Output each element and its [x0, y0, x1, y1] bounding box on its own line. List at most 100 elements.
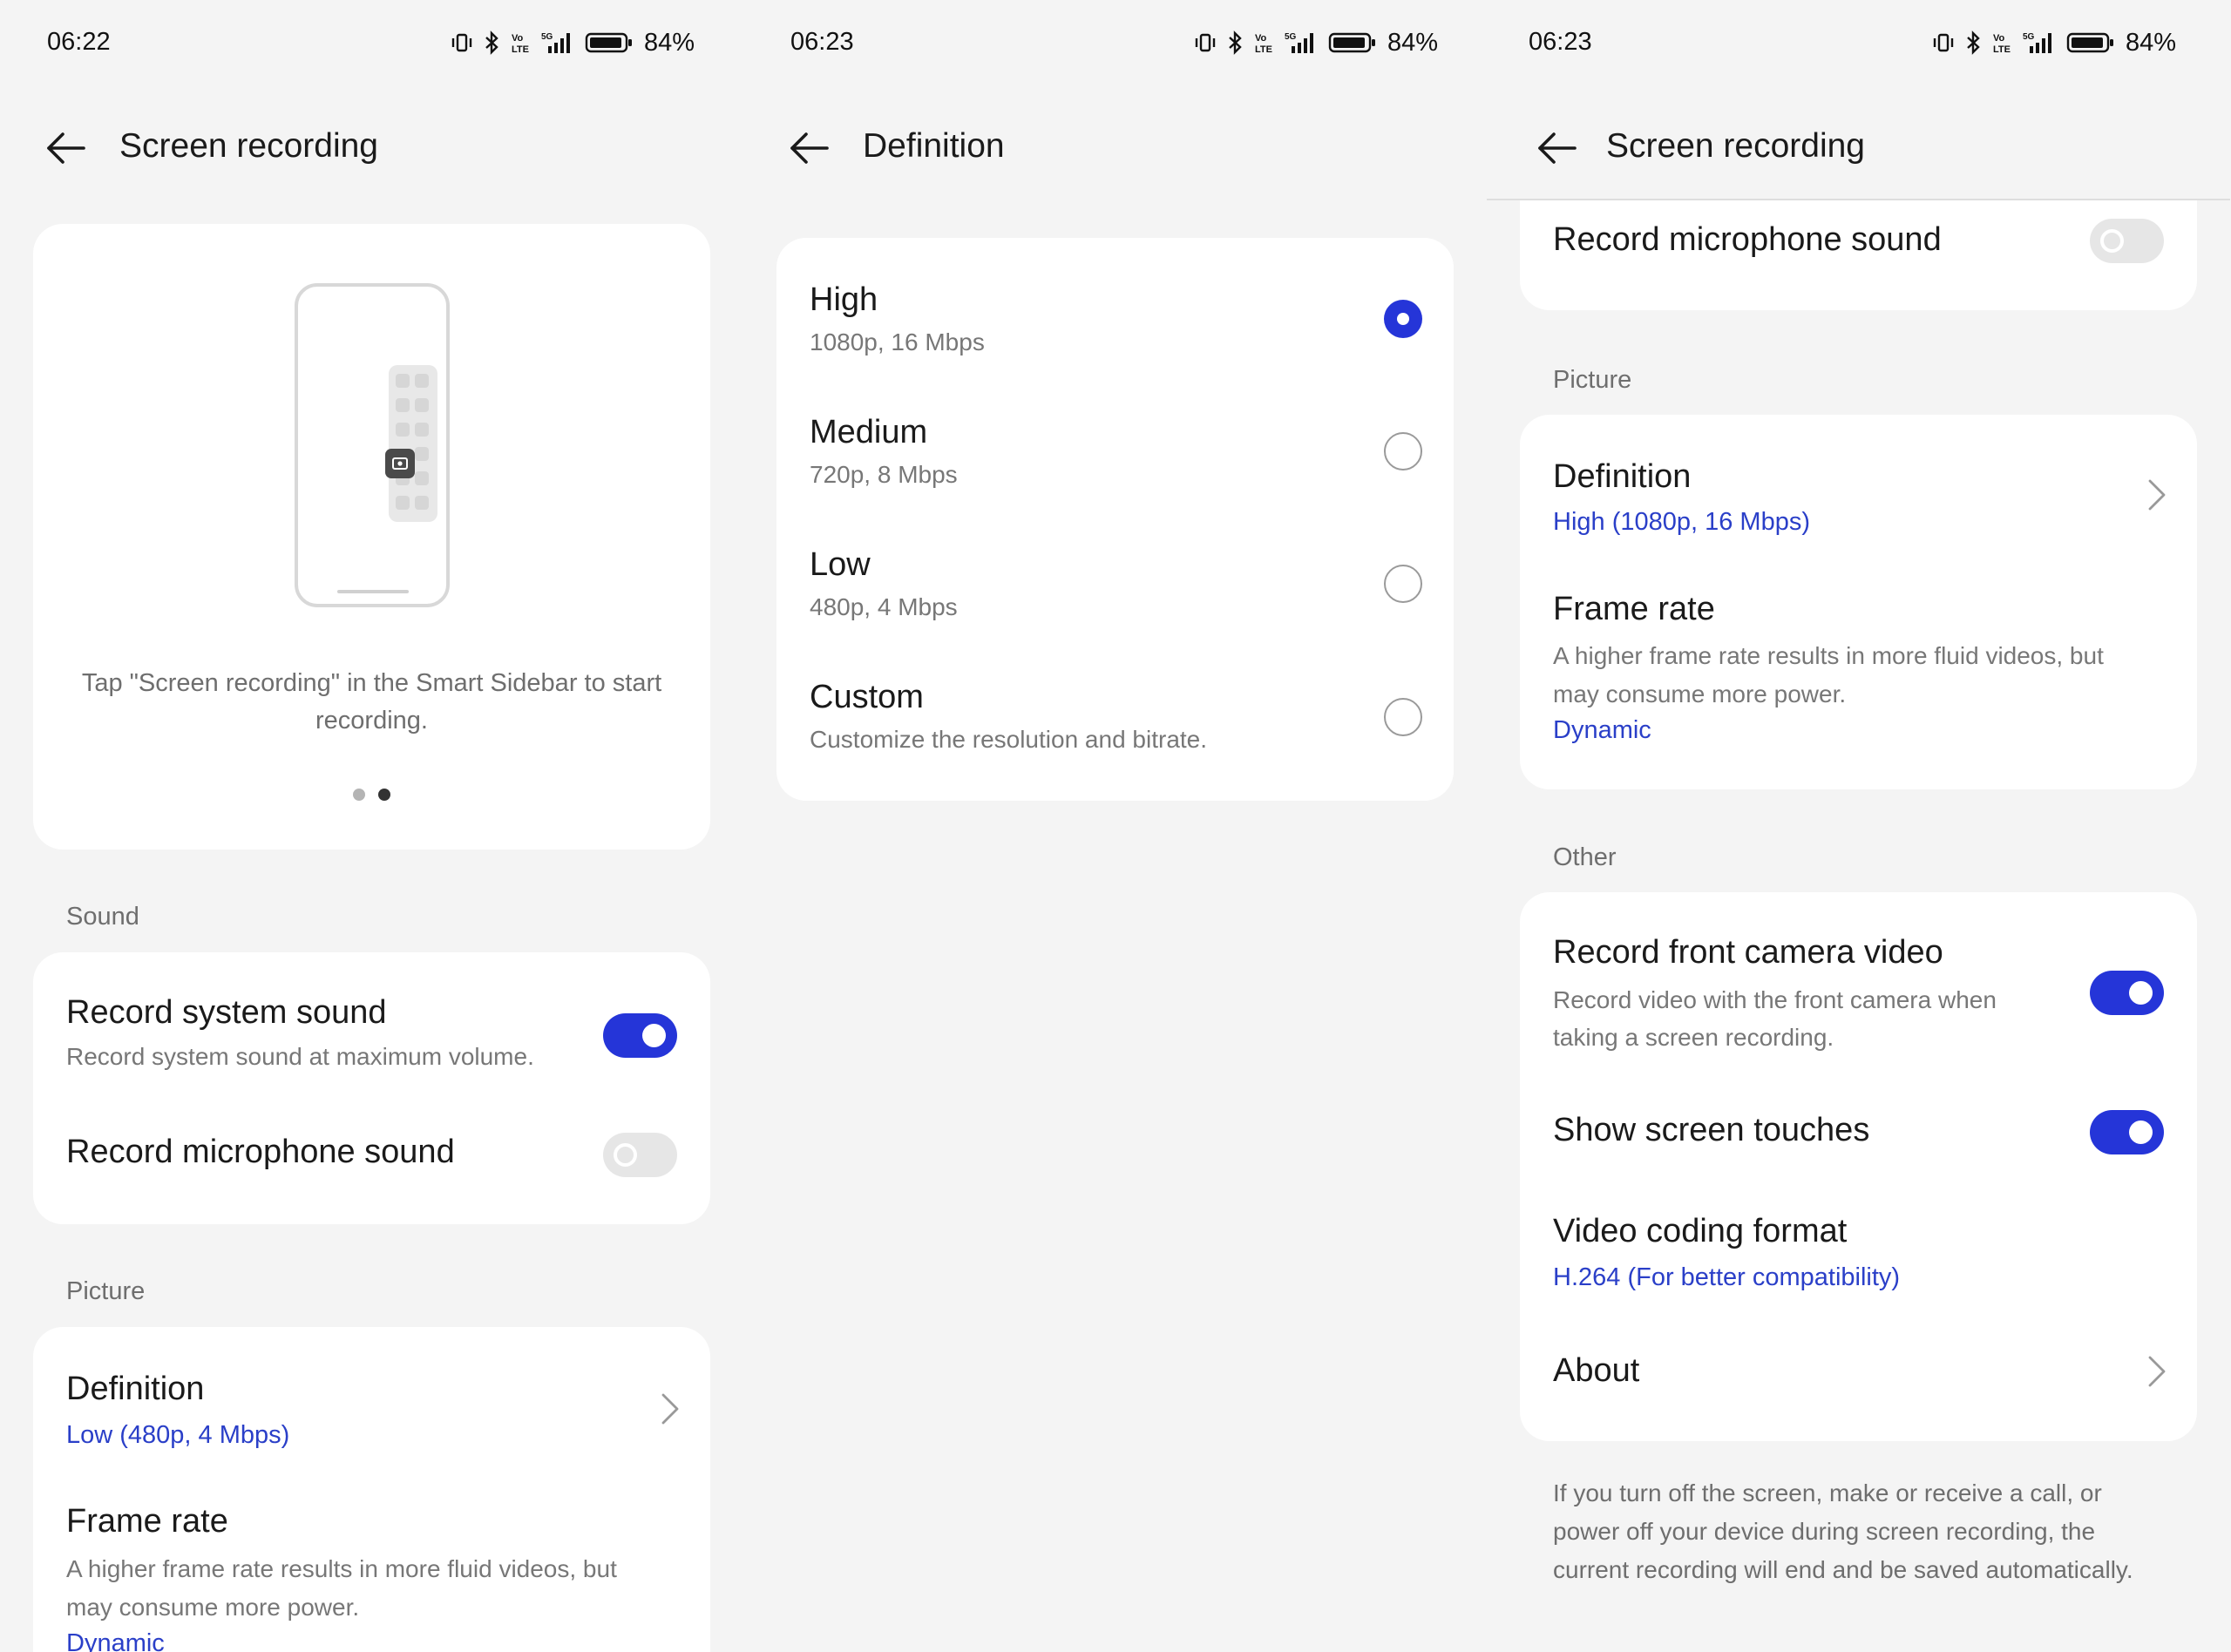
option-subtitle: 1080p, 16 Mbps	[810, 328, 985, 355]
row-title: About	[1553, 1352, 1640, 1389]
back-arrow-icon[interactable]	[789, 131, 829, 166]
vibrate-icon	[1933, 33, 1954, 52]
back-arrow-icon[interactable]	[45, 131, 85, 166]
frame-rate-value: Dynamic	[1553, 716, 1651, 744]
row-title: Frame rate	[66, 1503, 228, 1540]
signal-5g-icon: 5G	[541, 32, 570, 53]
other-card: Record front camera video Record video w…	[1520, 892, 2197, 1441]
row-subtitle-line1: Record video with the front camera when	[1553, 986, 1997, 1013]
header: Screen recording	[0, 113, 743, 183]
svg-text:Vo: Vo	[1993, 33, 2005, 44]
row-subtitle-line1: A higher frame rate results in more flui…	[66, 1555, 617, 1582]
record-front-camera-toggle[interactable]	[2090, 971, 2164, 1015]
status-icons: Vo LTE 5G 84%	[451, 28, 695, 58]
page-indicator-dot-active[interactable]	[378, 789, 390, 801]
footnote-line1: If you turn off the screen, make or rece…	[1553, 1479, 2102, 1506]
sound-card-partial: Record microphone sound	[1520, 200, 2197, 310]
page-title: Screen recording	[119, 127, 378, 165]
definition-value: High (1080p, 16 Mbps)	[1553, 508, 1810, 536]
sound-card: Record system sound Record system sound …	[33, 952, 710, 1224]
bluetooth-icon	[1967, 30, 1980, 55]
illustration-card: Tap "Screen recording" in the Smart Side…	[33, 224, 710, 850]
record-system-sound-toggle[interactable]	[603, 1013, 677, 1058]
row-title: Frame rate	[1553, 591, 1715, 627]
battery-icon	[2066, 32, 2113, 53]
page-title: Definition	[863, 127, 1005, 165]
svg-text:LTE: LTE	[1993, 44, 2011, 55]
row-title: Record front camera video	[1553, 934, 1943, 971]
screen-recording-settings-scrolled-screen: 06:23 Vo LTE 5G 84% Screen recording Reco…	[1487, 0, 2230, 1652]
show-screen-touches-toggle[interactable]	[2090, 1110, 2164, 1154]
record-microphone-sound-toggle[interactable]	[2090, 219, 2164, 263]
status-time: 06:22	[47, 28, 111, 56]
option-subtitle: 480p, 4 Mbps	[810, 593, 958, 620]
header: Screen recording	[1487, 113, 2230, 183]
row-title: Video coding format	[1553, 1213, 1848, 1249]
record-microphone-sound-toggle[interactable]	[603, 1133, 677, 1177]
option-subtitle: Customize the resolution and bitrate.	[810, 726, 1208, 753]
picture-card: Definition High (1080p, 16 Mbps) Frame r…	[1520, 415, 2197, 789]
status-time: 06:23	[790, 28, 854, 56]
battery-percent: 84%	[1387, 28, 1438, 57]
row-title: Definition	[1553, 458, 1692, 495]
chevron-right-icon	[661, 1393, 679, 1425]
definition-screen: 06:23 Vo LTE 5G 84% Definition High 1080p…	[743, 0, 1487, 1652]
status-time: 06:23	[1529, 28, 1592, 56]
back-arrow-icon[interactable]	[1536, 131, 1577, 166]
frame-rate-value: Dynamic	[66, 1629, 165, 1652]
coding-format-value: H.264 (For better compatibility)	[1553, 1263, 1901, 1291]
volte-icon: VoLTE	[1255, 33, 1272, 55]
vibrate-icon	[451, 33, 472, 52]
svg-text:LTE: LTE	[1255, 44, 1272, 55]
page-title: Screen recording	[1606, 127, 1865, 165]
screen-recording-settings-screen: 06:22 Vo LTE 5G 84% Screen recording Tap…	[0, 0, 743, 1652]
section-label-picture: Picture	[66, 1277, 146, 1305]
row-subtitle-line2: may consume more power.	[66, 1594, 360, 1621]
status-icons: Vo LTE 5G 84%	[1194, 28, 1438, 58]
row-subtitle: Record system sound at maximum volume.	[66, 1043, 534, 1070]
option-title: Custom	[810, 679, 924, 715]
home-indicator	[337, 590, 409, 593]
section-label-sound: Sound	[66, 903, 139, 931]
header: Definition	[743, 113, 1487, 183]
footnote-line2: power off your device during screen reco…	[1553, 1518, 2096, 1545]
volte-icon: VoLTE	[1993, 33, 2011, 55]
svg-text:5G: 5G	[541, 32, 553, 42]
row-title: Definition	[66, 1371, 205, 1407]
section-label-picture: Picture	[1553, 366, 1632, 394]
svg-text:Vo: Vo	[1255, 33, 1267, 44]
battery-icon	[585, 32, 632, 53]
radio-high-selected[interactable]	[1384, 300, 1422, 338]
row-subtitle-line2: may consume more power.	[1553, 680, 1847, 708]
signal-5g-icon: 5G	[1285, 32, 1313, 53]
option-title: Medium	[810, 414, 928, 450]
row-title: Record system sound	[66, 994, 387, 1031]
status-bar: 06:23 Vo LTE 5G 84%	[743, 0, 1487, 87]
phone-illustration	[295, 283, 450, 607]
chevron-right-icon	[2148, 479, 2166, 511]
radio-medium[interactable]	[1384, 432, 1422, 471]
battery-icon	[1328, 32, 1375, 53]
definition-value: Low (480p, 4 Mbps)	[66, 1421, 290, 1449]
screenshots-collage: 06:22 Vo LTE 5G 84% Screen recording Tap…	[0, 0, 2231, 1652]
battery-percent: 84%	[643, 28, 695, 57]
option-subtitle: 720p, 8 Mbps	[810, 461, 958, 488]
page-indicator-dot[interactable]	[353, 789, 365, 801]
svg-text:5G: 5G	[2023, 32, 2035, 42]
status-bar: 06:23 Vo LTE 5G 84%	[1487, 0, 2230, 87]
radio-low[interactable]	[1384, 565, 1422, 603]
option-title: High	[810, 281, 878, 318]
picture-card: Definition Low (480p, 4 Mbps) Frame rate…	[33, 1327, 710, 1652]
smart-sidebar-illustration	[389, 365, 437, 522]
vibrate-icon	[1195, 33, 1216, 52]
svg-text:5G: 5G	[1285, 32, 1297, 42]
radio-custom[interactable]	[1384, 698, 1422, 736]
row-subtitle-line1: A higher frame rate results in more flui…	[1553, 642, 2104, 669]
chevron-right-icon	[2148, 1356, 2166, 1387]
row-title: Show screen touches	[1553, 1112, 1870, 1148]
bluetooth-icon	[1229, 30, 1242, 55]
signal-5g-icon: 5G	[2023, 32, 2051, 53]
illustration-caption: Tap "Screen recording" in the Smart Side…	[81, 669, 662, 735]
volte-icon: VoLTE	[512, 33, 529, 55]
svg-text:LTE: LTE	[512, 44, 529, 55]
